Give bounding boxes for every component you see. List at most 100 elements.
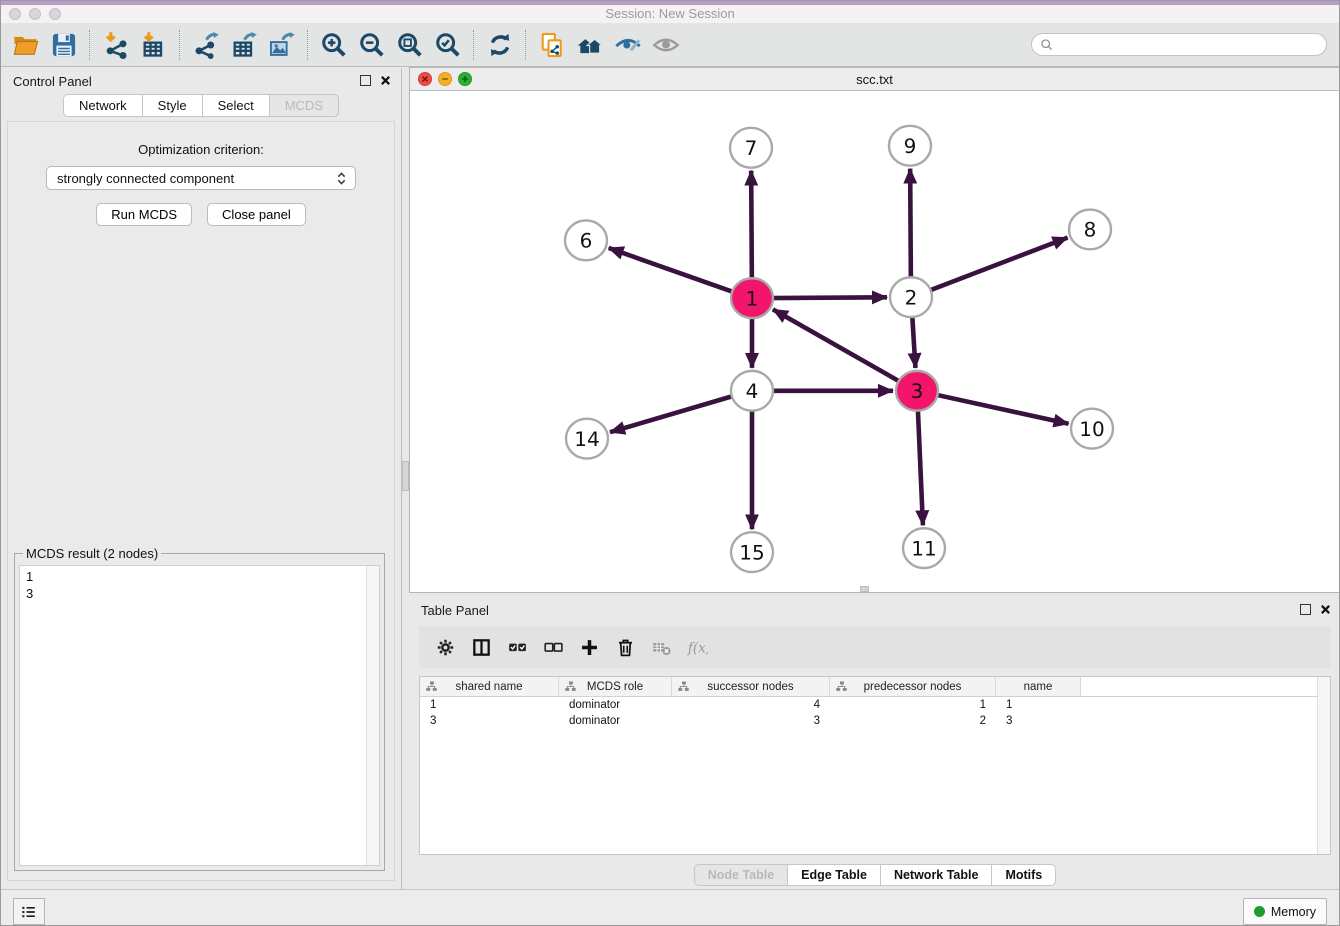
graph-edge-2-3[interactable] xyxy=(912,313,915,368)
graph-edge-1-7[interactable] xyxy=(751,171,752,283)
export-image-button[interactable] xyxy=(263,27,301,63)
cell-shared-name: 1 xyxy=(420,699,559,711)
graph-node-15[interactable]: 15 xyxy=(731,532,773,572)
criterion-select[interactable]: strongly connected component xyxy=(46,166,356,190)
memory-button[interactable]: Memory xyxy=(1243,898,1327,925)
graph-node-8[interactable]: 8 xyxy=(1069,210,1111,250)
run-mcds-button[interactable]: Run MCDS xyxy=(96,203,192,226)
result-scrollbar[interactable] xyxy=(366,566,379,865)
table-tabs: Node TableEdge TableNetwork TableMotifs xyxy=(409,864,1340,886)
svg-text:15: 15 xyxy=(739,540,764,564)
tab-mcds[interactable]: MCDS xyxy=(269,94,339,117)
graph-edge-3-1[interactable] xyxy=(773,309,902,383)
zoom-selected-button[interactable] xyxy=(429,27,467,63)
export-network-button[interactable] xyxy=(187,27,225,63)
cell-successor-nodes: 3 xyxy=(672,715,830,727)
table-settings-button[interactable] xyxy=(427,630,463,664)
graph-node-7[interactable]: 7 xyxy=(730,128,772,168)
column-header-name[interactable]: name xyxy=(996,677,1081,696)
toggle-visibility-button[interactable] xyxy=(609,27,647,63)
search-icon xyxy=(1040,38,1054,52)
add-column-button[interactable] xyxy=(571,630,607,664)
table-settings-icon xyxy=(435,637,456,658)
refresh-layout-button[interactable] xyxy=(481,27,519,63)
graph-node-1[interactable]: 1 xyxy=(731,278,773,318)
zoom-fit-button[interactable] xyxy=(391,27,429,63)
column-header-successor-nodes[interactable]: successor nodes xyxy=(672,677,830,696)
svg-text:6: 6 xyxy=(580,229,593,253)
window-title: Session: New Session xyxy=(1,6,1339,21)
graph-node-2[interactable]: 2 xyxy=(890,277,932,317)
import-network-button[interactable] xyxy=(97,27,135,63)
table-tab-edge-table[interactable]: Edge Table xyxy=(787,864,881,886)
toolbar-separator xyxy=(89,30,91,60)
delete-column-icon xyxy=(615,637,636,658)
task-history-button[interactable] xyxy=(13,898,45,925)
graph-node-4[interactable]: 4 xyxy=(731,371,773,411)
table-row[interactable]: 3dominator323 xyxy=(420,713,1330,729)
graph-edge-3-10[interactable] xyxy=(934,394,1069,424)
graph-node-9[interactable]: 9 xyxy=(889,126,931,166)
import-table-icon xyxy=(140,31,168,59)
export-table-button[interactable] xyxy=(225,27,263,63)
deselect-all-rows-button[interactable] xyxy=(535,630,571,664)
cell-mcds-role: dominator xyxy=(559,699,672,711)
home-view-button[interactable] xyxy=(571,27,609,63)
table-tab-motifs[interactable]: Motifs xyxy=(991,864,1056,886)
table-tab-node-table[interactable]: Node Table xyxy=(694,864,788,886)
zoom-out-button[interactable] xyxy=(353,27,391,63)
open-session-button[interactable] xyxy=(7,27,45,63)
close-panel-button[interactable]: Close panel xyxy=(207,203,306,226)
window-titlebar: Session: New Session xyxy=(1,1,1339,24)
graph-edge-3-11[interactable] xyxy=(918,407,923,526)
show-hidden-button[interactable] xyxy=(647,27,685,63)
float-table-panel-icon[interactable] xyxy=(1300,604,1311,615)
graph-node-6[interactable]: 6 xyxy=(565,220,607,260)
table-scrollbar[interactable] xyxy=(1317,677,1330,854)
save-session-button[interactable] xyxy=(45,27,83,63)
graph-edge-4-14[interactable] xyxy=(610,395,736,432)
clone-network-icon xyxy=(538,31,566,59)
zoom-in-button[interactable] xyxy=(315,27,353,63)
column-header-shared-name[interactable]: shared name xyxy=(420,677,559,696)
node-table[interactable]: shared nameMCDS rolesuccessor nodesprede… xyxy=(419,676,1331,855)
network-window-titlebar[interactable]: scc.txt xyxy=(410,68,1339,91)
float-panel-icon[interactable] xyxy=(360,75,371,86)
graph-edge-1-6[interactable] xyxy=(609,248,736,293)
vertical-splitter[interactable] xyxy=(402,461,409,491)
search-input[interactable] xyxy=(1058,37,1326,53)
graph-edge-1-2[interactable] xyxy=(769,297,887,298)
close-table-panel-icon[interactable] xyxy=(1320,604,1331,615)
close-panel-icon[interactable] xyxy=(380,75,391,86)
svg-text:7: 7 xyxy=(745,136,758,160)
graph-node-11[interactable]: 11 xyxy=(903,528,945,568)
network-canvas[interactable]: 7 9 6 8 1 2 4 3 14 10 15 11 xyxy=(410,90,1339,592)
column-header-predecessor-nodes[interactable]: predecessor nodes xyxy=(830,677,996,696)
delete-column-button[interactable] xyxy=(607,630,643,664)
table-row[interactable]: 1dominator411 xyxy=(420,697,1330,713)
toolbar-separator xyxy=(525,30,527,60)
column-header-mcds-role[interactable]: MCDS role xyxy=(559,677,672,696)
graph-node-3[interactable]: 3 xyxy=(896,371,938,411)
application-window: Session: New Session Control Panel Netwo… xyxy=(0,0,1340,926)
split-view-button[interactable] xyxy=(463,630,499,664)
function-builder-icon: f(x) xyxy=(687,637,708,658)
graph-edge-2-8[interactable] xyxy=(927,238,1068,292)
zoom-selected-icon xyxy=(434,31,462,59)
clone-network-button[interactable] xyxy=(533,27,571,63)
select-all-rows-button[interactable] xyxy=(499,630,535,664)
delete-table-icon xyxy=(651,637,672,658)
graph-node-14[interactable]: 14 xyxy=(566,419,608,459)
graph-node-10[interactable]: 10 xyxy=(1071,409,1113,449)
graph-edge-2-9[interactable] xyxy=(910,169,911,282)
memory-label: Memory xyxy=(1271,905,1316,919)
svg-text:10: 10 xyxy=(1079,417,1104,441)
search-field[interactable] xyxy=(1031,33,1327,56)
table-tab-network-table[interactable]: Network Table xyxy=(880,864,993,886)
svg-text:3: 3 xyxy=(911,379,924,403)
tab-network[interactable]: Network xyxy=(63,94,143,117)
tab-select[interactable]: Select xyxy=(202,94,270,117)
canvas-resize-handle[interactable] xyxy=(860,586,869,592)
import-table-button[interactable] xyxy=(135,27,173,63)
tab-style[interactable]: Style xyxy=(142,94,203,117)
